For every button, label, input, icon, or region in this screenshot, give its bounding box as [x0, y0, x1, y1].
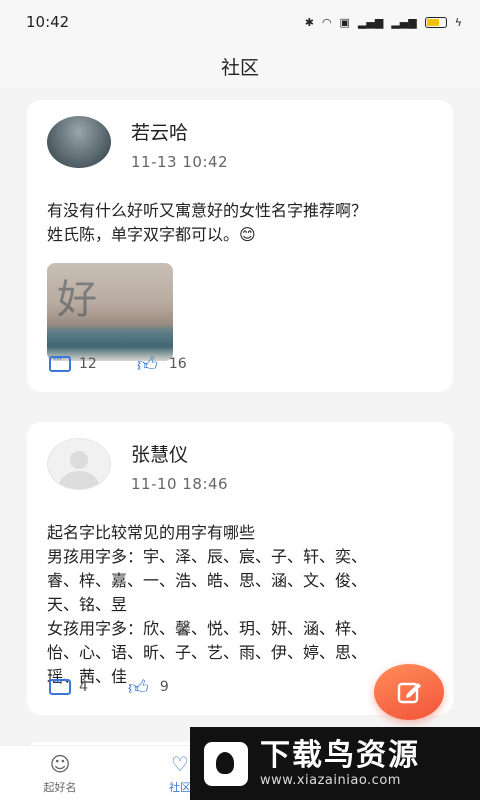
post-text: 有没有什么好听又寓意好的女性名字推荐啊？ 姓氏陈，单字双字都可以。😊: [47, 199, 433, 247]
battery-icon: [424, 16, 447, 28]
tab-label: 起好名: [43, 781, 77, 794]
post-text-line: 有没有什么好听又寓意好的女性名字推荐啊？: [47, 201, 368, 220]
post-text-line: 起名字比较常见的用字有哪些: [47, 523, 256, 542]
bluetooth-icon: ✱: [304, 15, 314, 29]
post-text: 起名字比较常见的用字有哪些 男孩用字多：宇、泽、辰、宸、子、轩、奕、 睿、梓、嘉…: [47, 521, 433, 689]
post-actions: 4 👍︎ 9: [49, 675, 209, 697]
tab-naming[interactable]: ☺ 起好名: [0, 746, 120, 801]
comment-count: 4: [79, 679, 88, 695]
comment-button[interactable]: 4: [49, 675, 88, 695]
page-header: 社区: [0, 44, 480, 88]
wifi-icon: ◠: [321, 15, 332, 29]
post-text-line: 怡、心、语、昕、子、艺、雨、伊、婷、思、: [47, 643, 368, 662]
heart-chat-icon: ♡: [171, 752, 189, 776]
comment-count: 12: [79, 356, 97, 372]
watermark-title: 下载鸟资源: [260, 738, 420, 773]
post-text-line: 女孩用字多：欣、馨、悦、玥、妍、涵、梓、: [47, 619, 368, 638]
post-text-line: 男孩用字多：宇、泽、辰、宸、子、轩、奕、: [47, 547, 368, 566]
author-name[interactable]: 若云哈: [131, 118, 228, 145]
status-time: 10:42: [26, 13, 70, 31]
post-text-line: 天、铭、昱: [47, 595, 128, 614]
post-author-row: 若云哈 11-13 10:42: [47, 116, 433, 171]
charging-icon: ϟ: [454, 15, 462, 29]
like-count: 9: [159, 679, 169, 695]
thumbs-up-icon: 👍︎: [127, 675, 149, 699]
compose-post-button[interactable]: [374, 664, 444, 720]
post-text-line: 姓氏陈，单字双字都可以。😊: [47, 225, 256, 244]
tab-label: 社区: [169, 781, 191, 794]
watermark-logo: [204, 741, 248, 786]
post-actions: 12 👍︎ 16: [49, 352, 227, 374]
status-bar: 10:42 ✱ ◠ ▣ ▂▄▆ ▂▄▆ ϟ: [0, 0, 480, 44]
signal-4g-icon: ▂▄▆: [391, 15, 417, 29]
like-button[interactable]: 👍︎ 16: [137, 354, 187, 374]
post-author-row: 张慧仪 11-10 18:46: [47, 438, 433, 493]
post-card[interactable]: 若云哈 11-13 10:42 有没有什么好听又寓意好的女性名字推荐啊？ 姓氏陈…: [27, 100, 453, 392]
signal-4g-icon: ▂▄▆: [357, 15, 384, 29]
post-image-text: 好: [57, 277, 97, 323]
comment-icon: [49, 675, 71, 695]
baby-face-icon: ☺: [49, 752, 71, 776]
edit-icon: [397, 682, 421, 704]
author-name[interactable]: 张慧仪: [131, 440, 228, 467]
avatar[interactable]: [47, 116, 111, 168]
hd-icon: ▣: [339, 15, 350, 29]
post-image[interactable]: 好: [47, 263, 173, 361]
comment-button[interactable]: 12: [49, 352, 97, 372]
post-feed[interactable]: 若云哈 11-13 10:42 有没有什么好听又寓意好的女性名字推荐啊？ 姓氏陈…: [27, 100, 453, 745]
default-avatar-head: [70, 451, 88, 469]
thumbs-up-icon: 👍︎: [136, 352, 158, 376]
like-count: 16: [168, 356, 187, 372]
default-avatar-body: [59, 471, 99, 489]
post-time: 11-10 18:46: [131, 475, 229, 493]
comment-icon: [49, 352, 71, 372]
like-button[interactable]: 👍︎ 9: [128, 677, 169, 697]
status-icons: ✱ ◠ ▣ ▂▄▆ ▂▄▆ ϟ: [305, 16, 462, 29]
watermark-banner: 下载鸟资源 www.xiazainiao.com: [190, 727, 480, 800]
page-title: 社区: [220, 56, 259, 79]
avatar[interactable]: [47, 438, 111, 490]
post-text-line: 睿、梓、嘉、一、浩、皓、思、涵、文、俊、: [47, 571, 368, 590]
watermark-url: www.xiazainiao.com: [260, 773, 401, 788]
post-time: 11-13 10:42: [131, 153, 229, 171]
